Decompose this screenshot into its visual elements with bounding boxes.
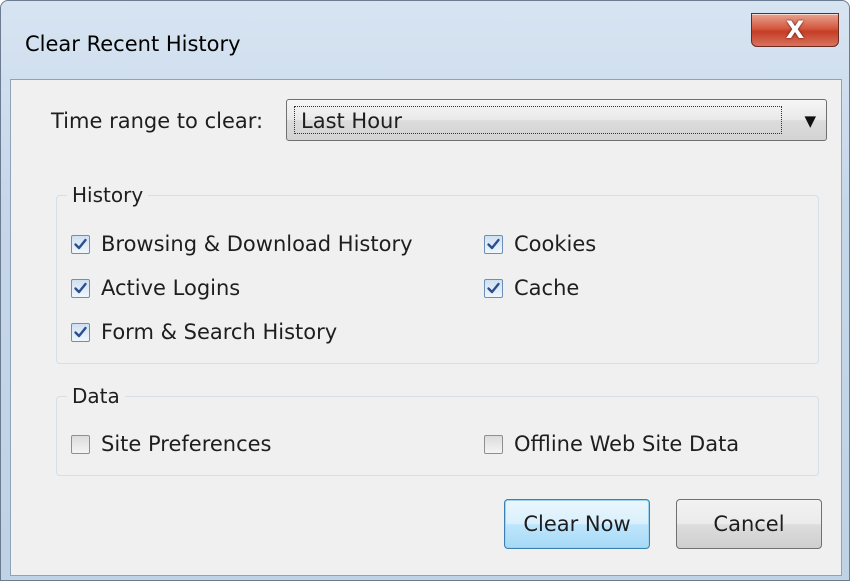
checkbox-label: Active Logins: [101, 276, 241, 300]
checkbox-box[interactable]: [71, 434, 90, 454]
checkbox-form-search-history[interactable]: Form & Search History: [71, 320, 337, 344]
cancel-button[interactable]: Cancel: [676, 499, 822, 549]
checkbox-site-preferences[interactable]: Site Preferences: [71, 432, 272, 456]
checkmark-icon: [74, 282, 87, 293]
checkbox-box[interactable]: [71, 278, 90, 298]
checkmark-icon: [74, 238, 87, 249]
checkbox-cookies[interactable]: Cookies: [484, 232, 596, 256]
close-button[interactable]: X: [751, 13, 839, 47]
checkbox-browsing-download-history[interactable]: Browsing & Download History: [71, 232, 413, 256]
checkmark-icon: [487, 282, 500, 293]
title-bar[interactable]: Clear Recent History X: [1, 1, 849, 79]
close-icon: X: [785, 16, 805, 44]
checkbox-label: Site Preferences: [101, 432, 272, 456]
checkbox-label: Form & Search History: [101, 320, 338, 344]
checkbox-box[interactable]: [71, 234, 90, 254]
dialog-body: Time range to clear: Last Hour ▼ History…: [10, 79, 842, 576]
checkbox-box[interactable]: [484, 434, 503, 454]
time-range-label: Time range to clear:: [51, 109, 264, 133]
checkmark-icon: [74, 326, 87, 337]
checkbox-cache[interactable]: Cache: [484, 276, 579, 300]
checkbox-offline-web-site-data[interactable]: Offline Web Site Data: [484, 432, 739, 456]
data-legend: Data: [72, 384, 120, 408]
checkbox-box[interactable]: [484, 234, 503, 254]
checkmark-icon: [487, 238, 500, 249]
time-range-value: Last Hour: [301, 109, 403, 133]
window-title: Clear Recent History: [25, 32, 241, 56]
checkbox-label: Browsing & Download History: [101, 232, 413, 256]
checkbox-box[interactable]: [484, 278, 503, 298]
checkbox-box[interactable]: [71, 322, 90, 342]
checkbox-label: Offline Web Site Data: [514, 432, 740, 456]
clear-now-button[interactable]: Clear Now: [504, 499, 650, 549]
history-legend: History: [72, 183, 144, 207]
checkbox-label: Cache: [514, 276, 580, 300]
checkbox-active-logins[interactable]: Active Logins: [71, 276, 240, 300]
time-range-select[interactable]: Last Hour ▼: [286, 99, 827, 141]
clear-history-dialog: Clear Recent History X Time range to cle…: [0, 0, 850, 581]
data-group: Data: [56, 384, 819, 476]
dropdown-arrow-icon[interactable]: ▼: [804, 112, 816, 130]
checkbox-label: Cookies: [514, 232, 597, 256]
